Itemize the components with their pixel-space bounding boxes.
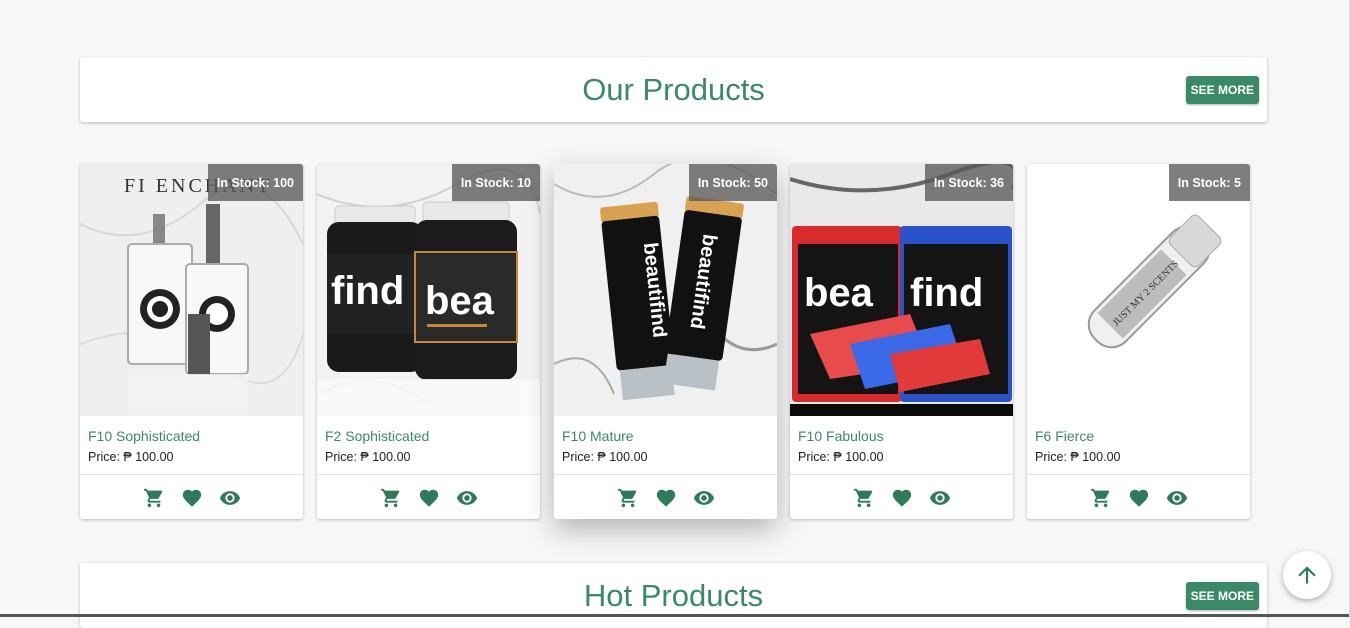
perfume-bottles-image: FI ENCHANT	[80, 164, 303, 416]
product-price: Price: ₱ 100.00	[88, 450, 174, 464]
product-card[interactable]: beautifind beautifind In Stock: 50 F10 M…	[554, 164, 777, 519]
cart-icon[interactable]	[853, 487, 875, 509]
roll-on-vial-image: JUST MY 2 SCENTS	[1027, 164, 1250, 416]
product-image[interactable]: JUST MY 2 SCENTS In Stock: 5	[1027, 164, 1250, 416]
hot-products-header: Hot Products SEE MORE	[80, 563, 1267, 628]
find-text: find	[331, 269, 404, 313]
stock-badge: In Stock: 50	[688, 164, 777, 201]
product-name[interactable]: F10 Fabulous	[798, 428, 1005, 444]
product-card[interactable]: find bea In Stock: 10 F2 Sophisticated P…	[317, 164, 540, 519]
eye-icon[interactable]	[219, 487, 241, 509]
product-card[interactable]: JUST MY 2 SCENTS In Stock: 5 F6 Fierce P…	[1027, 164, 1250, 519]
product-name[interactable]: F6 Fierce	[1035, 428, 1242, 444]
product-info: F10 Fabulous Price: ₱ 100.00	[798, 428, 1005, 464]
see-more-button[interactable]: SEE MORE	[1185, 76, 1259, 104]
product-actions	[80, 474, 303, 519]
hot-products-title: Hot Products	[583, 577, 764, 613]
product-info: F2 Sophisticated Price: ₱ 100.00	[325, 428, 532, 464]
eye-icon[interactable]	[1166, 487, 1188, 509]
stock-badge: In Stock: 10	[451, 164, 540, 201]
eye-icon[interactable]	[929, 487, 951, 509]
stock-badge: In Stock: 36	[924, 164, 1013, 201]
svg-text:bea: bea	[425, 279, 495, 323]
product-info: F6 Fierce Price: ₱ 100.00	[1035, 428, 1242, 464]
eye-icon[interactable]	[693, 487, 715, 509]
product-info: F10 Mature Price: ₱ 100.00	[562, 428, 769, 464]
stock-badge: In Stock: 5	[1168, 164, 1250, 201]
supplement-bottles-image: find bea	[317, 164, 540, 416]
product-name[interactable]: F2 Sophisticated	[325, 428, 532, 444]
product-actions	[554, 474, 777, 519]
cart-icon[interactable]	[143, 487, 165, 509]
product-price: Price: ₱ 100.00	[325, 450, 411, 464]
soap-bars-image: bea find	[790, 164, 1013, 416]
heart-icon[interactable]	[1128, 487, 1150, 509]
product-info: F10 Sophisticated Price: ₱ 100.00	[88, 428, 295, 464]
scroll-to-top-button[interactable]	[1283, 551, 1331, 599]
heart-icon[interactable]	[418, 487, 440, 509]
product-actions	[317, 474, 540, 519]
stock-badge: In Stock: 100	[207, 164, 303, 201]
product-name[interactable]: F10 Sophisticated	[88, 428, 295, 444]
product-name[interactable]: F10 Mature	[562, 428, 769, 444]
cart-icon[interactable]	[1090, 487, 1112, 509]
product-card[interactable]: bea find In Stock: 36 F10 Fabulous Price…	[790, 164, 1013, 519]
see-more-button[interactable]: SEE MORE	[1185, 582, 1259, 610]
product-image[interactable]: find bea In Stock: 10	[317, 164, 540, 416]
svg-text:bea: bea	[804, 271, 874, 315]
our-products-header: Our Products SEE MORE	[80, 57, 1267, 122]
product-price: Price: ₱ 100.00	[562, 450, 648, 464]
cream-tubes-image: beautifind beautifind	[554, 164, 777, 416]
product-card[interactable]: FI ENCHANT In Stock: 100 F10 Sophisticat…	[80, 164, 303, 519]
heart-icon[interactable]	[655, 487, 677, 509]
product-price: Price: ₱ 100.00	[798, 450, 884, 464]
cart-icon[interactable]	[617, 487, 639, 509]
eye-icon[interactable]	[456, 487, 478, 509]
our-products-title: Our Products	[582, 71, 765, 107]
product-image[interactable]: bea find In Stock: 36	[790, 164, 1013, 416]
product-actions	[790, 474, 1013, 519]
find-soap-text: find	[910, 271, 983, 315]
product-actions	[1027, 474, 1250, 519]
cart-icon[interactable]	[380, 487, 402, 509]
product-list: FI ENCHANT In Stock: 100 F10 Sophisticat…	[80, 164, 1250, 520]
heart-icon[interactable]	[891, 487, 913, 509]
arrow-up-icon	[1298, 566, 1316, 584]
heart-icon[interactable]	[181, 487, 203, 509]
product-image[interactable]: beautifind beautifind In Stock: 50	[554, 164, 777, 416]
product-image[interactable]: FI ENCHANT In Stock: 100	[80, 164, 303, 416]
product-price: Price: ₱ 100.00	[1035, 450, 1121, 464]
